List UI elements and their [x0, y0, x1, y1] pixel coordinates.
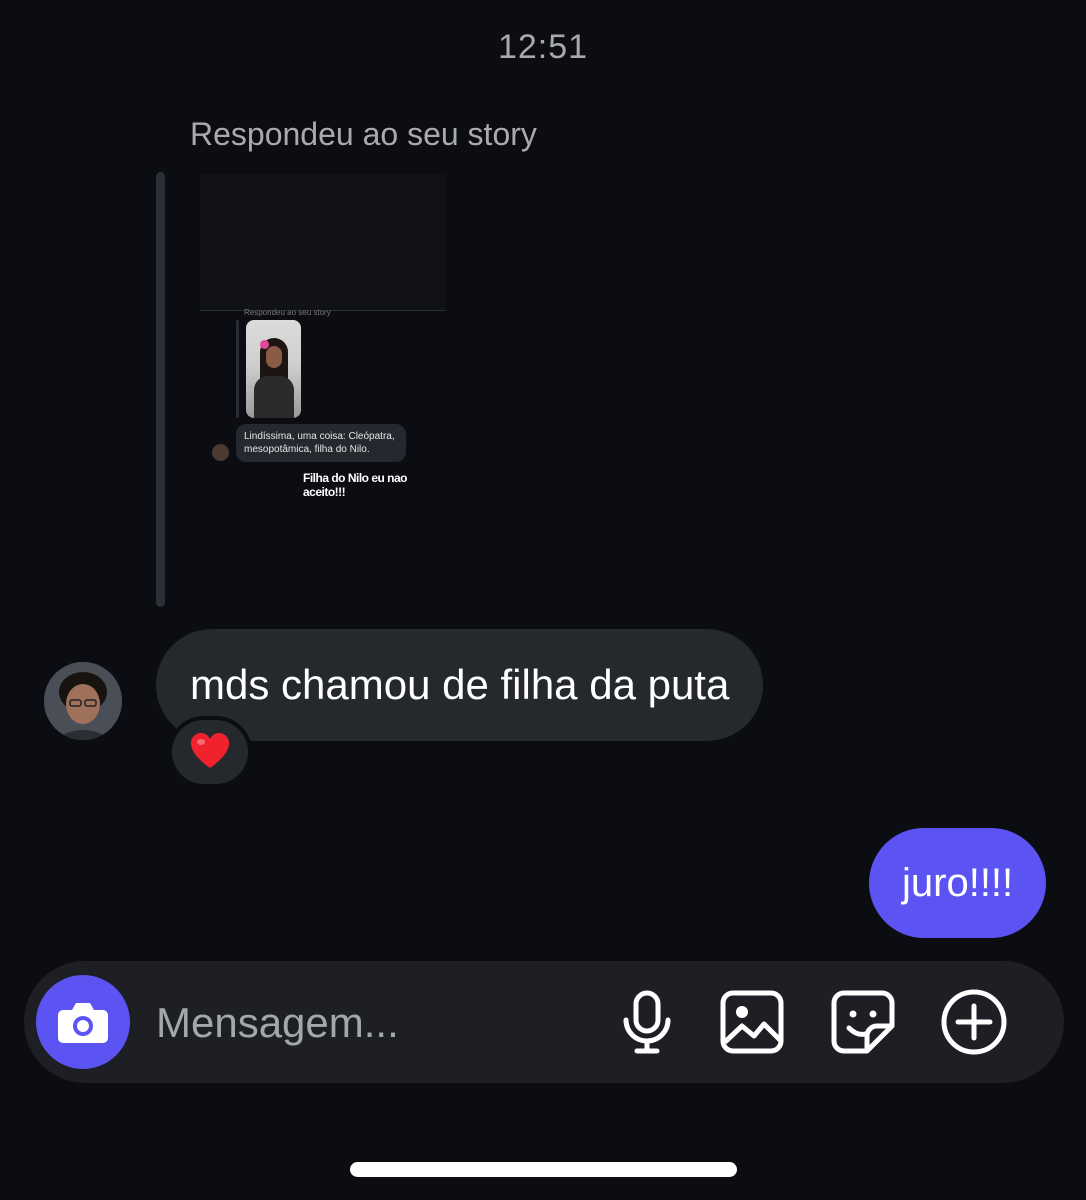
camera-button[interactable]	[36, 975, 130, 1069]
heart-reaction[interactable]	[168, 716, 252, 788]
incoming-message-bubble[interactable]: mds chamou de filha da puta	[156, 629, 764, 741]
story-thumbnail-message: Lindíssima, uma coisa: Cleópatra, mesopo…	[236, 424, 406, 462]
add-icon	[941, 989, 1007, 1055]
sticker-button[interactable]	[828, 987, 898, 1057]
gallery-button[interactable]	[717, 987, 787, 1057]
sticker-icon	[831, 990, 895, 1054]
gallery-icon	[720, 990, 784, 1054]
message-input[interactable]	[154, 991, 578, 1055]
home-indicator[interactable]	[350, 1162, 737, 1177]
outgoing-message-bubble[interactable]: juro!!!!	[869, 828, 1047, 938]
add-button[interactable]	[939, 987, 1009, 1057]
story-thumbnail-reply-label: Respondeu ao seu story	[244, 308, 331, 317]
message-timestamp: 12:51	[497, 28, 589, 66]
heart-icon	[191, 733, 229, 768]
story-thumbnail[interactable]: Respondeu ao seu story Lindíssima, uma c…	[200, 174, 446, 496]
story-thumbnail-avatar	[212, 444, 229, 461]
camera-icon	[58, 1003, 108, 1043]
story-thumbnail-quote-bar	[236, 320, 239, 418]
microphone-button[interactable]	[612, 987, 682, 1057]
story-thumbnail-photo	[246, 320, 301, 418]
story-reply-label: Respondeu ao seu story	[190, 116, 537, 152]
story-thumbnail-header	[200, 174, 446, 311]
story-thumbnail-caption: Filha do Nilo eu nao aceito!!!	[303, 471, 408, 496]
message-composer	[24, 961, 1064, 1083]
reply-quote-bar	[156, 172, 165, 607]
microphone-icon	[623, 990, 671, 1054]
avatar[interactable]	[44, 662, 122, 740]
